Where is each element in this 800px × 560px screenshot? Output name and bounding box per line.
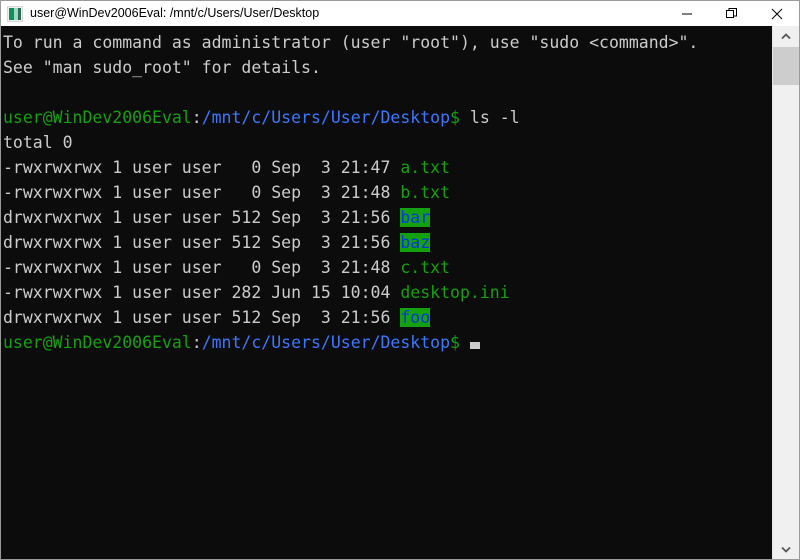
- listing-name: bar: [400, 208, 431, 227]
- listing-name: b.txt: [400, 183, 451, 202]
- listing-name: a.txt: [400, 158, 451, 177]
- listing-name: c.txt: [400, 258, 451, 277]
- listing-name: baz: [400, 233, 431, 252]
- total-line: total 0: [3, 133, 73, 152]
- close-icon: [771, 8, 782, 19]
- listing-row: drwxrwxrwx 1 user user 512 Sep 3 21:56 b…: [3, 205, 772, 230]
- close-button[interactable]: [754, 1, 799, 26]
- listing-row: -rwxrwxrwx 1 user user 0 Sep 3 21:48 b.t…: [3, 180, 772, 205]
- scrollbar-thumb[interactable]: [773, 47, 799, 85]
- prompt-sigil: $: [450, 333, 460, 352]
- minimize-button[interactable]: [664, 1, 709, 26]
- title-bar[interactable]: user@WinDev2006Eval: /mnt/c/Users/User/D…: [1, 1, 799, 27]
- terminal-icon: [7, 5, 23, 22]
- prompt-user-host: user@WinDev2006Eval: [3, 333, 192, 352]
- listing-meta: drwxrwxrwx 1 user user 512 Sep 3 21:56: [3, 308, 401, 327]
- typed-command: ls -l: [459, 108, 520, 127]
- listing-row: drwxrwxrwx 1 user user 512 Sep 3 21:56 f…: [3, 305, 772, 330]
- motd-line: To run a command as administrator (user …: [3, 33, 699, 52]
- prompt-sigil: $: [450, 108, 460, 127]
- prompt-user-host: user@WinDev2006Eval: [3, 108, 192, 127]
- listing-meta: -rwxrwxrwx 1 user user 0 Sep 3 21:48: [3, 183, 401, 202]
- restore-button[interactable]: [709, 1, 754, 26]
- window-controls: [664, 1, 799, 26]
- listing-name: foo: [400, 308, 431, 327]
- terminal-screen[interactable]: To run a command as administrator (user …: [1, 26, 772, 559]
- terminal-window: user@WinDev2006Eval: /mnt/c/Users/User/D…: [0, 0, 800, 560]
- chevron-up-icon: [781, 32, 791, 39]
- final-prompt-line: user@WinDev2006Eval:/mnt/c/Users/User/De…: [3, 330, 772, 355]
- motd-line: See "man sudo_root" for details.: [3, 58, 321, 77]
- listing-meta: -rwxrwxrwx 1 user user 0 Sep 3 21:48: [3, 258, 401, 277]
- minimize-icon: [681, 13, 692, 14]
- listing-row: drwxrwxrwx 1 user user 512 Sep 3 21:56 b…: [3, 230, 772, 255]
- listing-row: -rwxrwxrwx 1 user user 0 Sep 3 21:48 c.t…: [3, 255, 772, 280]
- prompt-separator: :: [191, 108, 202, 127]
- scroll-up-button[interactable]: [773, 26, 799, 46]
- listing-meta: drwxrwxrwx 1 user user 512 Sep 3 21:56: [3, 208, 401, 227]
- text-cursor: [469, 342, 480, 349]
- listing-meta: -rwxrwxrwx 1 user user 0 Sep 3 21:47: [3, 158, 401, 177]
- listing-name: desktop.ini: [400, 283, 510, 302]
- scroll-down-button[interactable]: [773, 539, 799, 559]
- listing-row: -rwxrwxrwx 1 user user 282 Jun 15 10:04 …: [3, 280, 772, 305]
- prompt-path: /mnt/c/Users/User/Desktop: [201, 333, 451, 352]
- window-title: user@WinDev2006Eval: /mnt/c/Users/User/D…: [30, 6, 320, 20]
- prompt-separator: :: [191, 333, 202, 352]
- listing-meta: drwxrwxrwx 1 user user 512 Sep 3 21:56: [3, 233, 401, 252]
- listing-meta: -rwxrwxrwx 1 user user 282 Jun 15 10:04: [3, 283, 401, 302]
- vertical-scrollbar[interactable]: [772, 26, 799, 559]
- listing-row: -rwxrwxrwx 1 user user 0 Sep 3 21:47 a.t…: [3, 155, 772, 180]
- chevron-down-icon: [781, 546, 791, 553]
- prompt-path: /mnt/c/Users/User/Desktop: [201, 108, 451, 127]
- terminal-output: To run a command as administrator (user …: [1, 26, 772, 355]
- restore-icon: [725, 7, 737, 18]
- command-line: user@WinDev2006Eval:/mnt/c/Users/User/De…: [3, 105, 772, 130]
